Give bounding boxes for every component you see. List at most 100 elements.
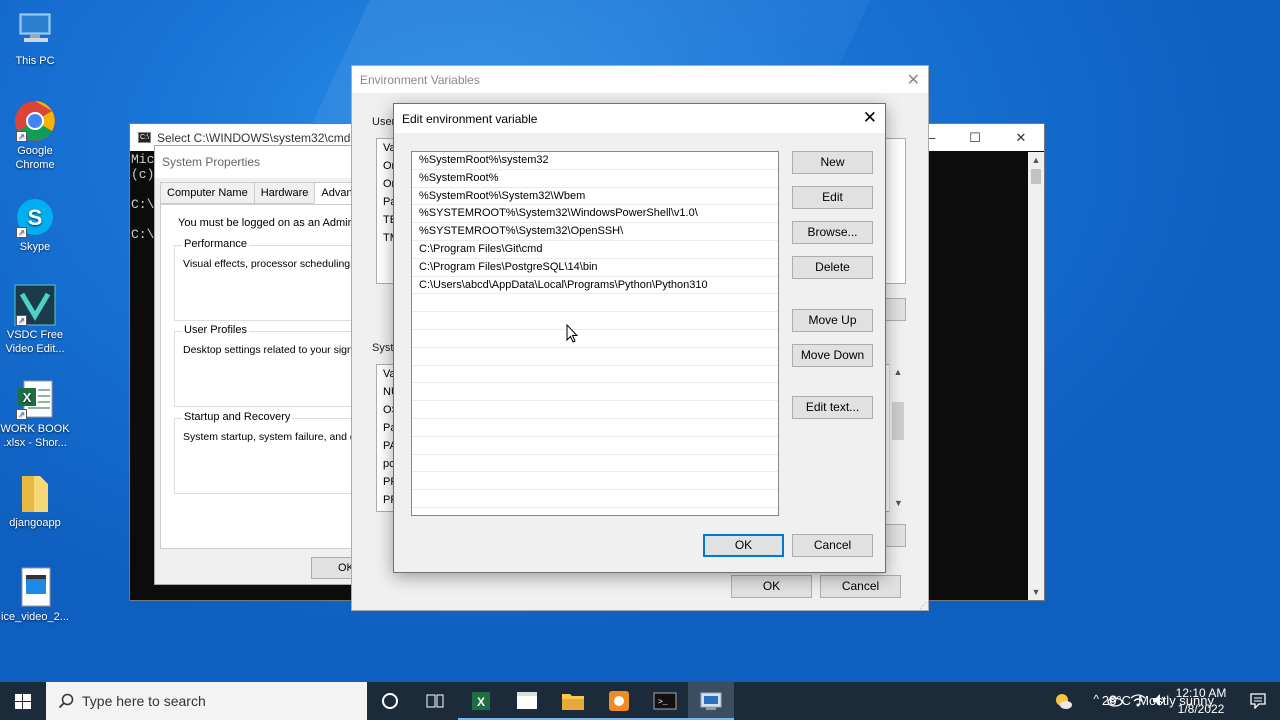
desktop-icon-label: Google Chrome <box>15 145 55 171</box>
group-description: Desktop settings related to your sign-in <box>183 344 365 356</box>
svg-text:>_: >_ <box>658 698 668 707</box>
desktop-icon-label: VSDC Free Video Edit... <box>5 329 65 355</box>
chevron-down-icon[interactable]: ▼ <box>890 495 907 512</box>
move-up-button[interactable]: Move Up <box>792 309 873 332</box>
desktop-icon-video[interactable]: ice_video_2... <box>0 566 70 624</box>
cmd-icon: C:\ <box>138 132 151 143</box>
cmd-line: (c) <box>131 167 155 182</box>
edit-button[interactable]: Edit <box>792 186 873 209</box>
search-icon <box>58 693 74 709</box>
desktop-icon-label: djangoapp <box>9 517 61 529</box>
edit-dialog-title: Edit environment variable <box>394 104 885 133</box>
empty-row[interactable] <box>412 366 778 384</box>
empty-row[interactable] <box>412 490 778 508</box>
empty-row[interactable] <box>412 294 778 313</box>
env-cancel-button[interactable]: Cancel <box>820 575 901 598</box>
windows-logo-icon <box>15 694 31 709</box>
path-entry[interactable]: %SystemRoot%\system32 <box>412 152 778 170</box>
svg-text:X: X <box>23 390 32 405</box>
tab-hardware[interactable]: Hardware <box>253 182 316 204</box>
delete-button[interactable]: Delete <box>792 256 873 279</box>
task-view-icon[interactable] <box>412 682 458 720</box>
system-properties-taskbar-icon[interactable] <box>688 682 734 720</box>
empty-row[interactable] <box>412 330 778 348</box>
clock-time: 12:10 AM <box>1175 686 1227 700</box>
vsdc-icon: ↗ <box>14 284 56 326</box>
scroll-thumb[interactable] <box>1031 169 1041 184</box>
folder-icon <box>14 472 56 514</box>
resize-grip-icon[interactable]: ⋰ <box>919 602 927 610</box>
group-description: Visual effects, processor scheduling, m <box>183 258 365 270</box>
recorder-taskbar-icon[interactable] <box>596 682 642 720</box>
cmd-scrollbar[interactable]: ▲ ▼ <box>1028 152 1044 600</box>
desktop-icon-vsdc[interactable]: ↗ VSDC Free Video Edit... <box>0 284 70 356</box>
cmd-taskbar-icon[interactable]: >_ <box>642 682 688 720</box>
path-entry[interactable]: C:\Program Files\PostgreSQL\14\bin <box>412 259 778 277</box>
scroll-up-icon[interactable]: ▲ <box>1028 152 1044 168</box>
maximize-icon[interactable]: ☐ <box>952 124 998 151</box>
pc-icon <box>14 10 56 52</box>
volume-icon[interactable] <box>1151 693 1167 710</box>
taskbar-search-box[interactable]: Type here to search <box>46 682 367 720</box>
browse-button[interactable]: Browse... <box>792 221 873 244</box>
notification-center-icon[interactable] <box>1250 693 1266 712</box>
desktop-icon-label: Skype <box>19 241 51 253</box>
cmd-output[interactable]: Mic (c) C:\ C:\ <box>131 152 154 242</box>
chevron-up-icon[interactable]: ^ <box>1093 692 1099 706</box>
env-ok-button[interactable]: OK <box>731 575 812 598</box>
start-button[interactable] <box>0 682 46 720</box>
close-icon[interactable]: ✕ <box>907 70 920 90</box>
system-properties-window[interactable]: System Properties Computer Name Hardware… <box>154 145 404 585</box>
chrome-icon: ↗ <box>14 100 56 142</box>
group-title: Startup and Recovery <box>182 411 293 423</box>
desktop-icon-chrome[interactable]: ↗ Google Chrome <box>0 100 70 172</box>
path-entry[interactable]: C:\Users\abcd\AppData\Local\Programs\Pyt… <box>412 277 778 295</box>
desktop-icon-label: ice_video_2... <box>1 611 69 623</box>
clock[interactable]: 12:10 AM 1/8/2022 <box>1170 685 1232 717</box>
chevron-up-icon[interactable]: ▲ <box>890 364 906 381</box>
desktop-icon-workbook[interactable]: X ↗ WORK BOOK .xlsx - Shor... <box>0 378 70 450</box>
onedrive-icon[interactable] <box>1107 693 1123 710</box>
desktop-icon-skype[interactable]: S ↗ Skype <box>0 196 70 254</box>
close-icon[interactable]: ✕ <box>998 124 1044 151</box>
system-variables-scrollbar[interactable]: ▲ ▼ <box>889 364 906 512</box>
desktop-icon-this-pc[interactable]: This PC <box>0 10 70 68</box>
edit-cancel-button[interactable]: Cancel <box>792 534 873 557</box>
scroll-thumb[interactable] <box>892 402 904 440</box>
empty-row[interactable] <box>412 401 778 419</box>
path-entry[interactable]: %SystemRoot% <box>412 170 778 188</box>
wifi-icon[interactable] <box>1130 693 1146 710</box>
edit-ok-button[interactable]: OK <box>703 534 784 557</box>
path-entry[interactable]: %SYSTEMROOT%\System32\OpenSSH\ <box>412 223 778 241</box>
path-entries-list[interactable]: %SystemRoot%\system32 %SystemRoot% %Syst… <box>411 151 779 516</box>
new-button[interactable]: New <box>792 151 873 174</box>
empty-row[interactable] <box>412 348 778 366</box>
taskbar: Type here to search X >_ 26°C Mostly sun… <box>0 682 1280 720</box>
empty-row[interactable] <box>412 419 778 437</box>
clock-date: 1/8/2022 <box>1177 702 1225 716</box>
user-variables-label: User <box>372 116 396 128</box>
close-icon[interactable]: ✕ <box>863 108 877 128</box>
empty-row[interactable] <box>412 383 778 402</box>
move-down-button[interactable]: Move Down <box>792 344 873 367</box>
empty-row[interactable] <box>412 472 778 491</box>
edit-text-button[interactable]: Edit text... <box>792 396 873 419</box>
empty-row[interactable] <box>412 455 778 473</box>
tab-computer-name[interactable]: Computer Name <box>160 182 255 204</box>
cmd-line: C:\ <box>131 197 155 212</box>
empty-row[interactable] <box>412 312 778 330</box>
excel-taskbar-icon[interactable]: X <box>458 682 504 720</box>
file-explorer-taskbar-icon[interactable] <box>550 682 596 720</box>
empty-row[interactable] <box>412 437 778 455</box>
path-entry[interactable]: %SYSTEMROOT%\System32\WindowsPowerShell\… <box>412 205 778 224</box>
edit-environment-variable-dialog[interactable]: Edit environment variable ✕ %SystemRoot%… <box>393 103 886 573</box>
path-entry[interactable]: %SystemRoot%\System32\Wbem <box>412 188 778 206</box>
cortana-icon[interactable] <box>367 682 413 720</box>
group-description: System startup, system failure, and deb <box>183 431 368 443</box>
environment-variables-title: Environment Variables <box>352 66 928 93</box>
video-editor-taskbar-icon[interactable] <box>504 682 550 720</box>
group-title: Performance <box>182 238 249 250</box>
path-entry[interactable]: C:\Program Files\Git\cmd <box>412 241 778 259</box>
scroll-down-icon[interactable]: ▼ <box>1028 584 1044 600</box>
desktop-icon-djangoapp[interactable]: djangoapp <box>0 472 70 530</box>
